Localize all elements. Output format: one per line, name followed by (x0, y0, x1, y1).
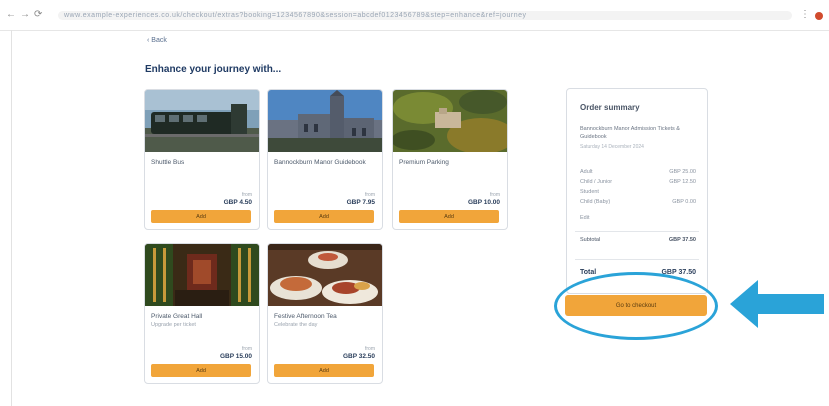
order-line-amount: GBP 12.50 (669, 179, 696, 185)
extra-from-label: from (242, 346, 252, 352)
page-title: Enhance your journey with... (145, 64, 282, 75)
order-line-amount: GBP 25.00 (669, 169, 696, 175)
extra-from-label: from (242, 192, 252, 198)
castle-photo-icon (268, 90, 382, 152)
summary-divider (575, 259, 699, 260)
order-line-label: Child / Junior (580, 179, 613, 185)
extra-name: Festive Afternoon Tea (274, 313, 337, 320)
add-extra-button[interactable]: Add (151, 210, 251, 223)
order-line-label: Student (580, 189, 599, 195)
extra-price: GBP 7.95 (346, 199, 375, 206)
order-date: Saturday 14 December 2024 (580, 144, 644, 150)
add-extra-button[interactable]: Add (399, 210, 499, 223)
add-extra-button[interactable]: Add (274, 210, 374, 223)
extra-price: GBP 32.50 (342, 353, 375, 360)
extra-subtitle: Upgrade per ticket (151, 322, 196, 328)
order-summary-title: Order summary (580, 103, 640, 112)
total-label: Total (580, 269, 597, 276)
window-edge (11, 30, 12, 406)
extra-name: Private Great Hall (151, 313, 203, 320)
browser-menu-icon[interactable]: ⋮ (800, 9, 810, 20)
extra-card: Private Great Hall Upgrade per ticket fr… (144, 243, 260, 384)
extra-price: GBP 10.00 (467, 199, 500, 206)
address-bar[interactable]: www.example-experiences.co.uk/checkout/e… (58, 11, 792, 20)
extra-from-label: from (365, 192, 375, 198)
extra-from-label: from (365, 346, 375, 352)
train-photo-icon (145, 90, 259, 152)
extra-card: Bannockburn Manor Guidebook from GBP 7.9… (267, 89, 383, 230)
subtotal-amount: GBP 37.50 (668, 237, 696, 243)
checkout-button[interactable]: Go to checkout (565, 295, 707, 316)
order-item-name: Bannockburn Manor Admission Tickets & Gu… (580, 126, 680, 140)
extra-name: Premium Parking (399, 159, 449, 166)
reload-icon[interactable]: ⟳ (34, 9, 42, 21)
back-arrow-icon[interactable]: ← (6, 9, 16, 21)
extra-card: Premium Parking from GBP 10.00 Add (392, 89, 508, 230)
browser-toolbar: ← → ⟳ www.example-experiences.co.uk/chec… (0, 0, 829, 31)
great-hall-photo-icon (145, 244, 259, 306)
extra-name: Bannockburn Manor Guidebook (274, 159, 366, 166)
order-line-label: Child (Baby) (580, 199, 611, 205)
order-line-amount: GBP 0.00 (672, 199, 696, 205)
forward-arrow-icon[interactable]: → (20, 9, 30, 21)
extra-card: Shuttle Bus from GBP 4.50 Add (144, 89, 260, 230)
address-bar-url: www.example-experiences.co.uk/checkout/e… (64, 12, 527, 19)
extra-subtitle: Celebrate the day (274, 322, 318, 328)
extra-price: GBP 15.00 (219, 353, 252, 360)
pointer-arrow-icon (730, 280, 824, 328)
order-edit-link[interactable]: Edit (580, 215, 589, 221)
estate-aerial-photo-icon (393, 90, 507, 152)
order-line-label: Adult (580, 169, 593, 175)
back-link[interactable]: ‹ Back (147, 37, 167, 44)
extra-name: Shuttle Bus (151, 159, 185, 166)
add-extra-button[interactable]: Add (274, 364, 374, 377)
extra-from-label: from (490, 192, 500, 198)
total-amount: GBP 37.50 (661, 269, 696, 276)
profile-avatar-icon[interactable] (815, 12, 823, 20)
order-summary-panel: Order summary Bannockburn Manor Admissio… (566, 88, 708, 294)
subtotal-label: Subtotal (580, 237, 601, 243)
summary-divider (575, 231, 699, 232)
add-extra-button[interactable]: Add (151, 364, 251, 377)
extra-card: Festive Afternoon Tea Celebrate the day … (267, 243, 383, 384)
extra-price: GBP 4.50 (223, 199, 252, 206)
afternoon-tea-photo-icon (268, 244, 382, 306)
